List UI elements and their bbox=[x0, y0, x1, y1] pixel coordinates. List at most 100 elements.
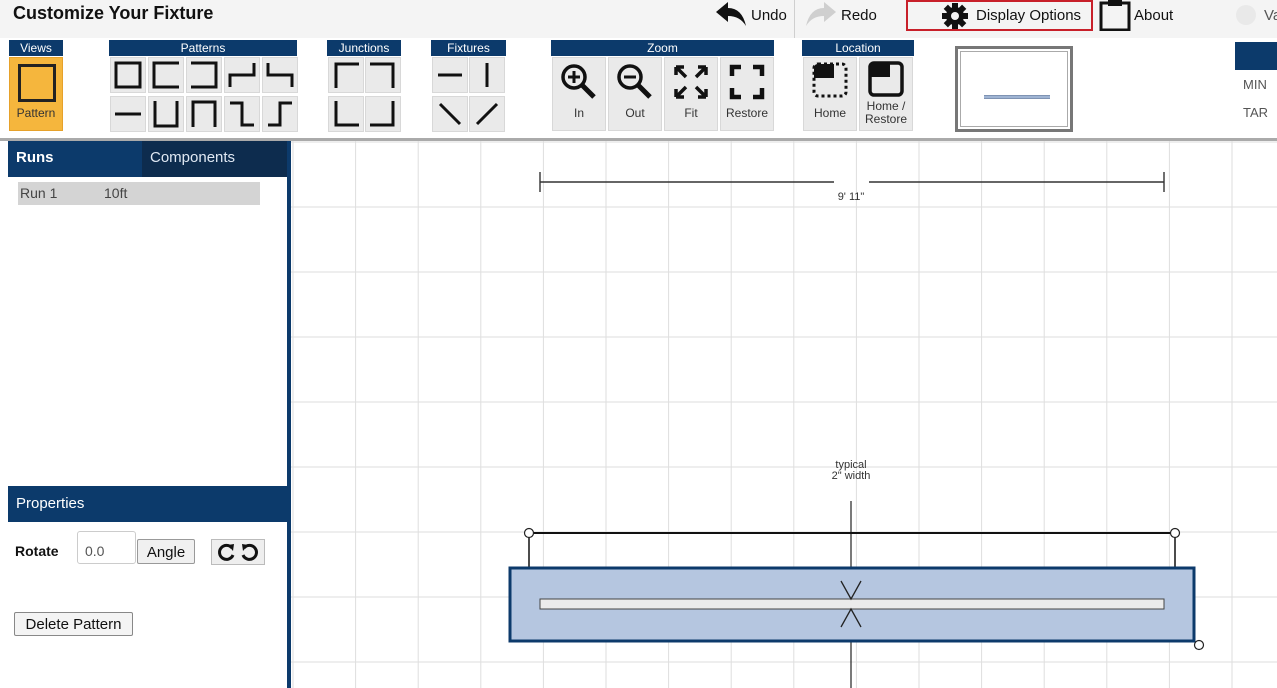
junction-top-left-button[interactable] bbox=[328, 57, 364, 93]
delete-pattern-button[interactable]: Delete Pattern bbox=[14, 612, 133, 636]
fixture-vertical-button[interactable] bbox=[469, 57, 505, 93]
width-note-line-2: 2" width bbox=[831, 470, 871, 482]
zoom-in-label: In bbox=[573, 106, 584, 120]
home-restore-label: Home / Restore bbox=[860, 100, 912, 126]
step-a-pattern-icon bbox=[228, 63, 256, 87]
zoom-out-button[interactable]: Out bbox=[608, 57, 662, 131]
junction-bottom-left-button[interactable] bbox=[328, 96, 364, 132]
toolbar-separator bbox=[794, 0, 795, 38]
left-panel bbox=[0, 141, 290, 688]
zoom-restore-button[interactable]: Restore bbox=[720, 57, 774, 131]
zoom-out-label: Out bbox=[625, 106, 645, 120]
cut-off-label: Va bbox=[1264, 6, 1277, 24]
rotate-counterclockwise-icon[interactable] bbox=[239, 542, 259, 562]
pattern-step-a-button[interactable] bbox=[224, 57, 260, 93]
home-restore-button[interactable]: Home / Restore bbox=[859, 57, 913, 131]
redo-label: Redo bbox=[841, 6, 877, 24]
pattern-step-b-button[interactable] bbox=[262, 57, 298, 93]
square-pattern-icon bbox=[114, 61, 142, 89]
cut-off-toggle[interactable]: Va bbox=[1236, 0, 1277, 30]
min-label: MIN bbox=[1243, 77, 1267, 92]
pattern-square-button[interactable] bbox=[110, 57, 146, 93]
home-restore-icon bbox=[868, 61, 904, 97]
vertical-fixture-icon bbox=[485, 63, 489, 87]
minimap-preview[interactable] bbox=[955, 46, 1073, 132]
pattern-straight-button[interactable] bbox=[110, 96, 146, 132]
redo-icon bbox=[806, 2, 836, 26]
fit-arrows-icon bbox=[674, 65, 708, 99]
undo-icon bbox=[716, 2, 746, 26]
c-left-pattern-icon bbox=[152, 61, 179, 89]
corner-top-right-icon bbox=[370, 62, 395, 88]
undo-button[interactable]: Undo bbox=[714, 0, 787, 30]
run-name: Run 1 bbox=[20, 185, 58, 201]
resize-handle-right[interactable] bbox=[1169, 527, 1181, 539]
pattern-c-left-button[interactable] bbox=[148, 57, 184, 93]
undo-label: Undo bbox=[751, 6, 787, 24]
zoom-restore-label: Restore bbox=[725, 106, 769, 120]
pattern-s-button[interactable] bbox=[262, 96, 298, 132]
pattern-u-button[interactable] bbox=[148, 96, 184, 132]
fixture-horizontal-button[interactable] bbox=[432, 57, 468, 93]
corner-top-left-icon bbox=[334, 62, 359, 88]
fixtures-group-header: Fixtures bbox=[431, 40, 506, 56]
zoom-in-button[interactable]: In bbox=[552, 57, 606, 131]
junctions-group-header: Junctions bbox=[327, 40, 401, 56]
home-label: Home bbox=[813, 106, 846, 120]
selection-bracket bbox=[528, 532, 1176, 572]
rotate-label: Rotate bbox=[15, 543, 59, 559]
fixture-diagonal-up-button[interactable] bbox=[469, 96, 505, 132]
s-pattern-icon bbox=[268, 101, 292, 127]
rotate-clockwise-icon[interactable] bbox=[217, 542, 237, 562]
junction-top-right-button[interactable] bbox=[365, 57, 401, 93]
diagonal-up-fixture-icon bbox=[475, 102, 499, 126]
step-b-pattern-icon bbox=[266, 63, 294, 87]
resize-handle-left[interactable] bbox=[523, 527, 535, 539]
rotate-buttons bbox=[211, 539, 265, 565]
canvas-drawing bbox=[291, 141, 1277, 688]
tar-label: TAR bbox=[1243, 105, 1269, 120]
u-pattern-icon bbox=[153, 101, 179, 128]
pattern-view-button[interactable]: Pattern bbox=[9, 57, 63, 131]
display-options-button[interactable]: Display Options bbox=[906, 0, 1094, 31]
restore-corners-icon bbox=[729, 64, 765, 100]
fixture-bar[interactable] bbox=[539, 598, 1165, 610]
about-button[interactable]: About bbox=[1099, 0, 1173, 31]
pattern-n-button[interactable] bbox=[186, 96, 222, 132]
design-canvas[interactable]: 9' 11" typical 2" width bbox=[291, 141, 1277, 688]
corner-bottom-right-icon bbox=[370, 101, 395, 127]
redo-button[interactable]: Redo bbox=[804, 0, 877, 30]
width-note: typical 2" width bbox=[816, 460, 886, 482]
clipboard-icon bbox=[1099, 0, 1131, 31]
run-length: 10ft bbox=[104, 185, 128, 201]
diagonal-down-fixture-icon bbox=[438, 102, 462, 126]
n-pattern-icon bbox=[191, 100, 217, 127]
pattern-view-icon bbox=[18, 64, 56, 102]
pattern-z-button[interactable] bbox=[224, 96, 260, 132]
c-right-pattern-icon bbox=[191, 61, 218, 89]
angle-button[interactable]: Angle bbox=[137, 539, 195, 564]
tab-components[interactable]: Components bbox=[142, 141, 287, 177]
top-bar: Customize Your Fixture Undo Redo Display… bbox=[0, 0, 1277, 38]
home-button[interactable]: Home bbox=[803, 57, 857, 131]
tab-runs[interactable]: Runs bbox=[8, 141, 142, 177]
zoom-group-header: Zoom bbox=[551, 40, 774, 56]
overall-dimension-label: 9' 11" bbox=[837, 191, 865, 203]
home-frame-icon bbox=[812, 62, 848, 98]
rotate-input[interactable] bbox=[77, 531, 136, 564]
zoom-fit-button[interactable]: Fit bbox=[664, 57, 718, 131]
fixture-diagonal-down-button[interactable] bbox=[432, 96, 468, 132]
z-pattern-icon bbox=[230, 101, 254, 127]
overall-dimension-line bbox=[539, 172, 1165, 192]
toggle-circle-icon bbox=[1236, 5, 1256, 25]
zoom-in-icon bbox=[561, 64, 596, 99]
zoom-out-icon bbox=[617, 64, 652, 99]
pattern-c-right-button[interactable] bbox=[186, 57, 222, 93]
straight-pattern-icon bbox=[115, 112, 141, 116]
resize-handle-corner[interactable] bbox=[1193, 639, 1205, 651]
home-restore-line-2: Restore bbox=[864, 112, 908, 126]
pattern-view-label: Pattern bbox=[16, 106, 56, 120]
run-list-item[interactable]: Run 1 10ft bbox=[18, 182, 260, 205]
corner-bottom-left-icon bbox=[334, 101, 359, 127]
junction-bottom-right-button[interactable] bbox=[365, 96, 401, 132]
